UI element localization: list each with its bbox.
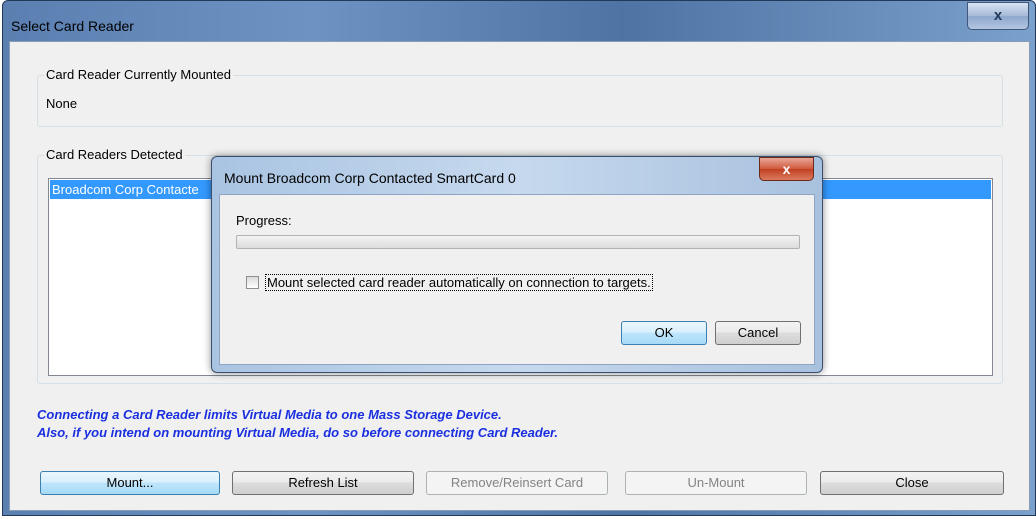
window-close-button[interactable]: x bbox=[967, 2, 1029, 30]
auto-mount-label[interactable]: Mount selected card reader automatically… bbox=[265, 274, 653, 291]
remove-reinsert-button[interactable]: Remove/Reinsert Card bbox=[426, 471, 608, 495]
refresh-list-button[interactable]: Refresh List bbox=[232, 471, 414, 495]
mounted-reader-value: None bbox=[46, 96, 78, 111]
mount-dialog: Mount Broadcom Corp Contacted SmartCard … bbox=[211, 156, 823, 373]
mounted-group-caption: Card Reader Currently Mounted bbox=[44, 67, 233, 82]
mounted-groupbox: Card Reader Currently Mounted None bbox=[37, 67, 1003, 127]
title-bar[interactable]: Select Card Reader x bbox=[3, 1, 1035, 41]
window-title: Select Card Reader bbox=[11, 18, 134, 34]
mount-button[interactable]: Mount... bbox=[40, 471, 220, 495]
dialog-close-button[interactable]: x bbox=[759, 157, 814, 181]
unmount-button[interactable]: Un-Mount bbox=[625, 471, 807, 495]
info-line-1: Connecting a Card Reader limits Virtual … bbox=[37, 407, 502, 422]
cancel-button[interactable]: Cancel bbox=[715, 321, 801, 345]
info-line-2: Also, if you intend on mounting Virtual … bbox=[37, 425, 559, 440]
dialog-title: Mount Broadcom Corp Contacted SmartCard … bbox=[224, 170, 516, 186]
progress-bar bbox=[236, 235, 800, 249]
dialog-body: Progress: Mount selected card reader aut… bbox=[219, 194, 815, 365]
progress-label: Progress: bbox=[236, 213, 292, 228]
close-button[interactable]: Close bbox=[820, 471, 1004, 495]
detected-group-caption: Card Readers Detected bbox=[44, 147, 185, 162]
ok-button[interactable]: OK bbox=[621, 321, 707, 345]
auto-mount-checkbox[interactable] bbox=[246, 276, 259, 289]
